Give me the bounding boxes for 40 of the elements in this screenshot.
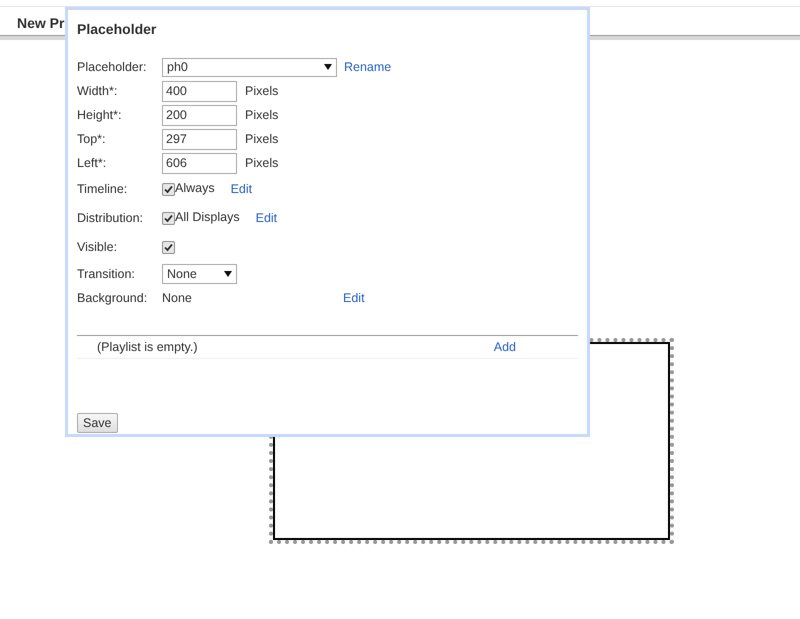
- field-label: Top*:: [77, 130, 106, 148]
- unit-label: Pixels: [245, 106, 278, 124]
- empty-playlist-text: (Playlist is empty.): [97, 338, 198, 356]
- checkbox-label: All Displays: [175, 208, 240, 226]
- edit-link[interactable]: Edit: [343, 288, 365, 308]
- checkmark-icon: [164, 243, 173, 252]
- checkbox[interactable]: [162, 212, 175, 225]
- edit-link[interactable]: Edit: [230, 180, 252, 199]
- caret-icon: [224, 271, 232, 277]
- transition-select[interactable]: None: [162, 264, 237, 284]
- placeholder-select[interactable]: ph0: [162, 58, 337, 76]
- field-label: Width*:: [77, 82, 118, 100]
- dialog-title: Placeholder: [77, 20, 158, 39]
- field-value: None: [162, 290, 193, 307]
- edit-link[interactable]: Edit: [256, 209, 278, 228]
- field-label: Transition:: [77, 266, 136, 283]
- field-label: Timeline:: [77, 181, 128, 198]
- number-field[interactable]: 297: [162, 128, 237, 150]
- edit-link[interactable]: Rename: [344, 58, 392, 76]
- number-field[interactable]: 400: [162, 80, 237, 102]
- field-label: Background:: [77, 290, 148, 307]
- checkbox[interactable]: [162, 183, 175, 196]
- field-label: Placeholder:: [77, 58, 148, 76]
- checkmark-icon: [164, 214, 173, 223]
- field-label: Distribution:: [77, 210, 144, 228]
- number-field[interactable]: 200: [162, 104, 237, 126]
- add-link[interactable]: Add: [494, 338, 516, 356]
- field-label: Left*:: [77, 154, 108, 172]
- field-label: Height*:: [77, 106, 122, 124]
- number-field[interactable]: 606: [162, 152, 237, 174]
- unit-label: Pixels: [245, 130, 278, 148]
- save-button[interactable]: Save: [77, 413, 118, 433]
- checkbox-label: Always: [175, 180, 215, 197]
- unit-label: Pixels: [245, 82, 278, 100]
- page-title: New Pr: [17, 14, 64, 32]
- field-label: Visible:: [77, 239, 118, 256]
- caret-icon: [324, 64, 332, 70]
- checkbox[interactable]: [162, 241, 175, 254]
- unit-label: Pixels: [245, 154, 278, 172]
- checkmark-icon: [164, 185, 173, 194]
